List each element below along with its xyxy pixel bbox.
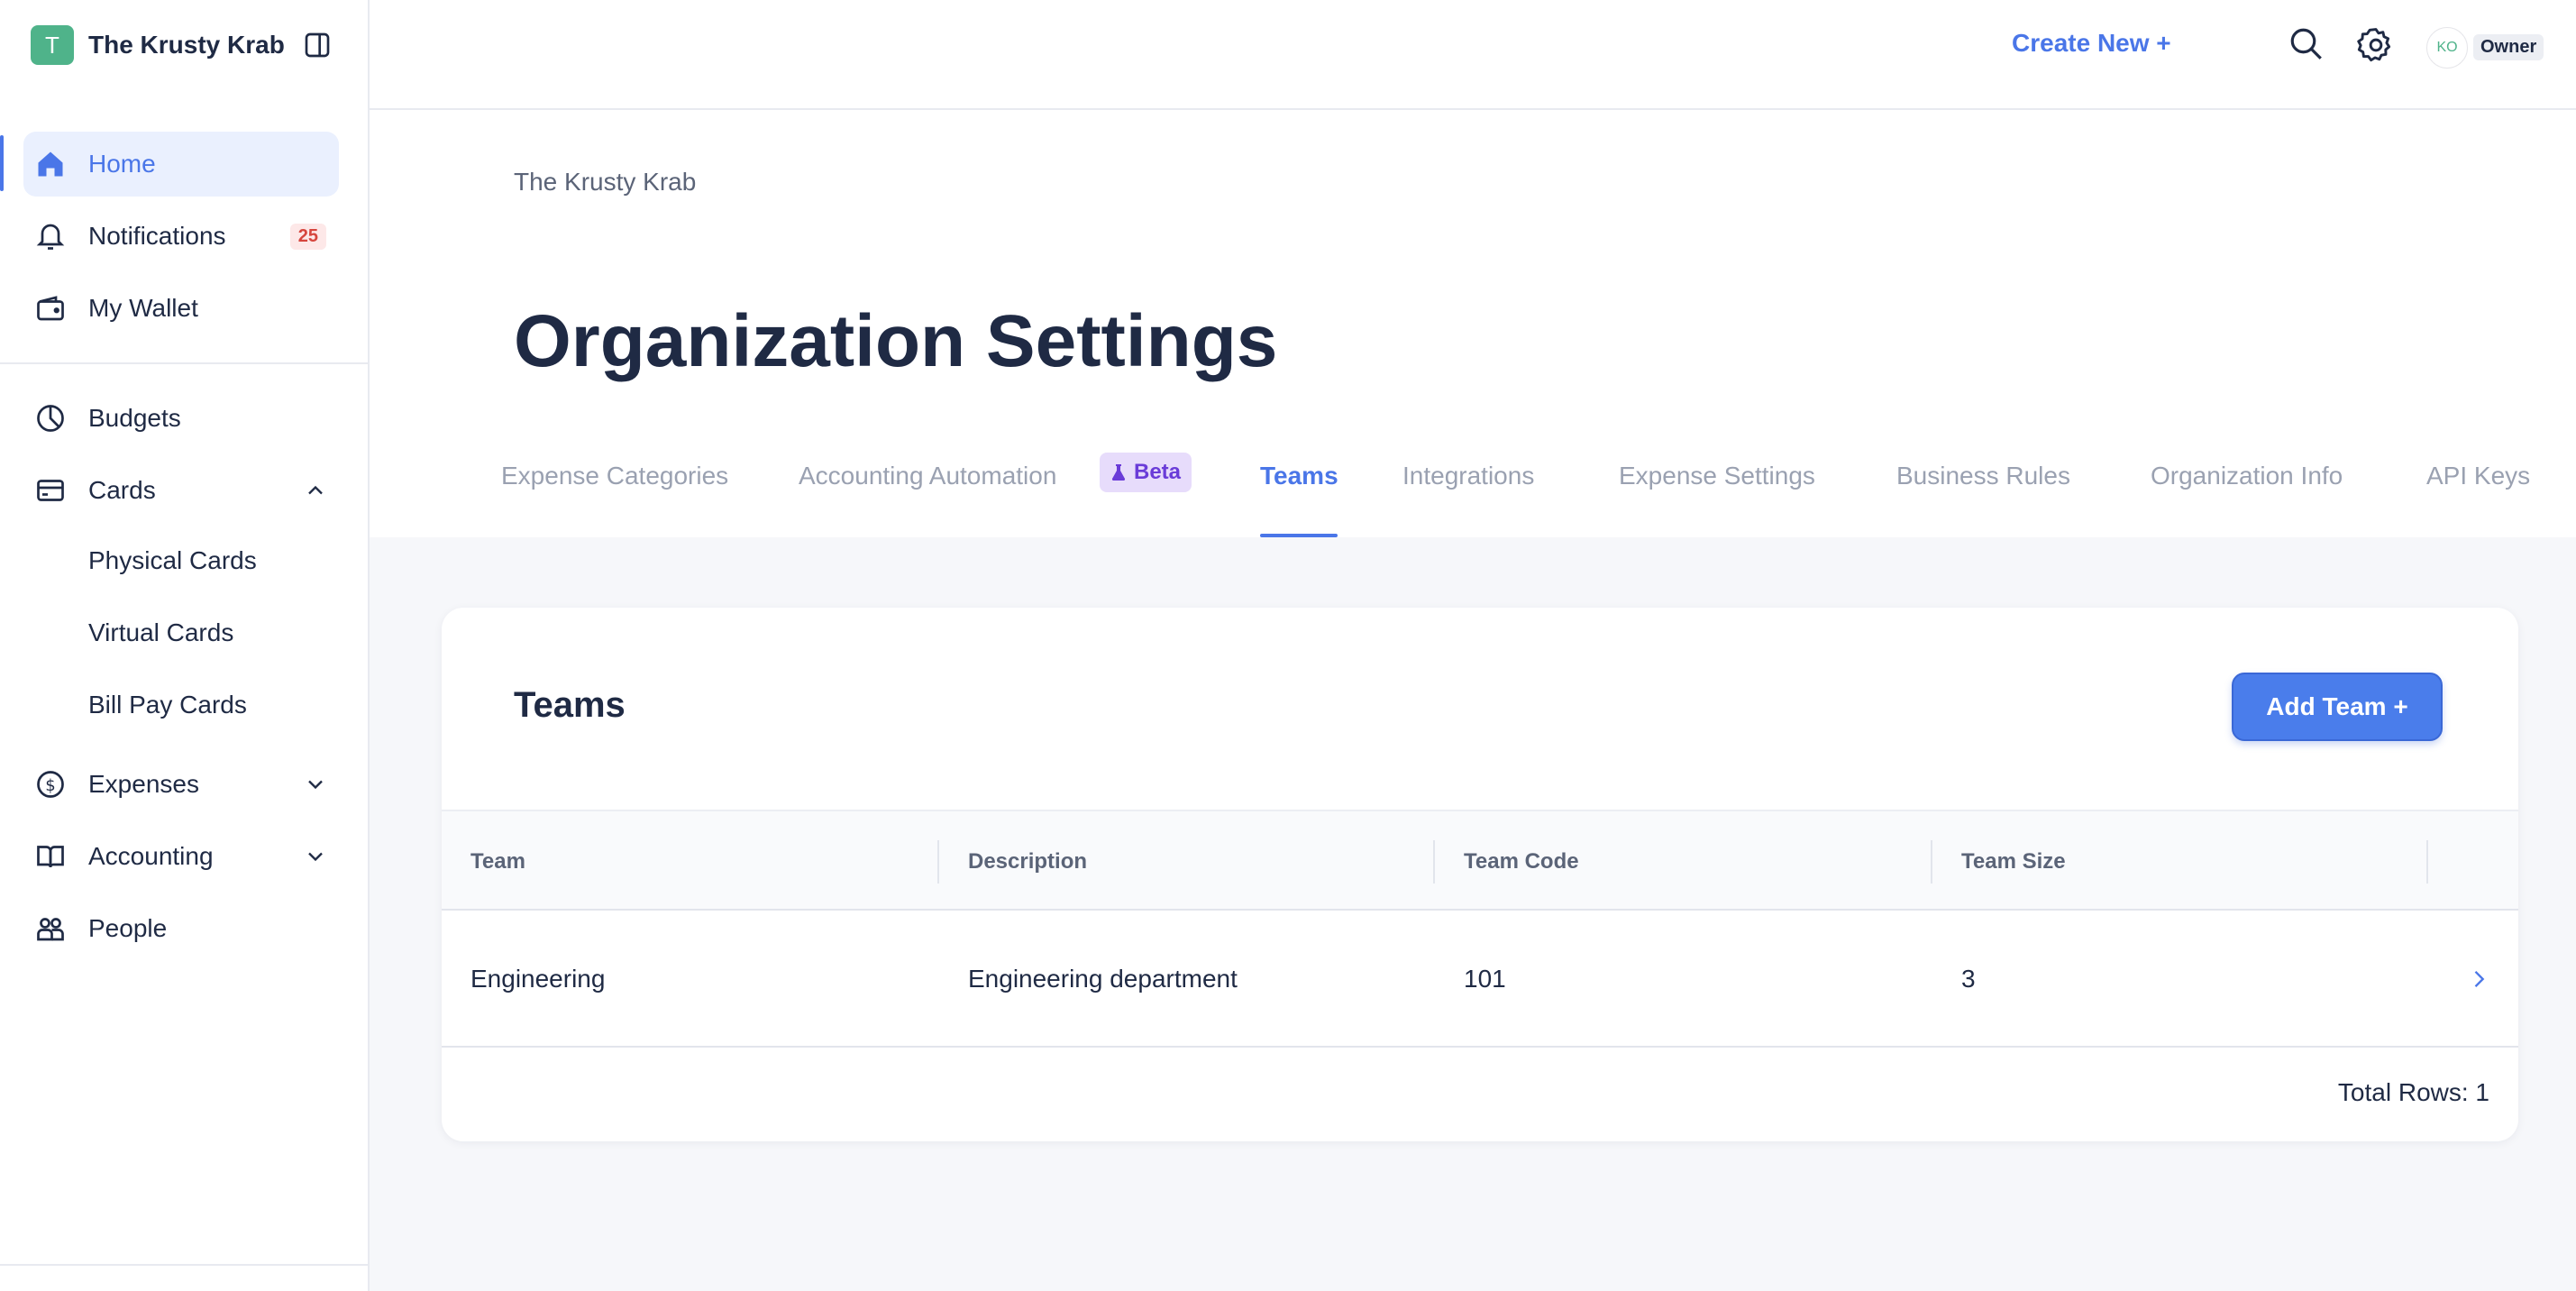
page-title: Organization Settings [514, 300, 1278, 382]
beta-label: Beta [1134, 460, 1182, 484]
sidebar-subitem-bill-pay-cards[interactable]: Bill Pay Cards [88, 691, 247, 719]
sidebar-item-label: Accounting [88, 842, 214, 870]
beta-badge: Beta [1100, 453, 1192, 492]
dollar-circle-icon: $ [32, 766, 69, 802]
avatar[interactable]: KO [2426, 27, 2468, 69]
people-icon [32, 911, 69, 947]
tab-organization-info[interactable]: Organization Info [2151, 462, 2343, 490]
total-rows-count: Total Rows: 1 [2337, 1078, 2489, 1106]
sidebar-item-label: People [88, 914, 168, 942]
page-header: The Krusty Krab Organization Settings Ex… [370, 110, 2576, 537]
chevron-right-icon[interactable] [2466, 965, 2491, 993]
sidebar-item-label: Home [88, 150, 156, 178]
create-new-button[interactable]: Create New + [2012, 29, 2171, 58]
column-separator[interactable] [1433, 840, 1435, 884]
sidebar-subitem-physical-cards[interactable]: Physical Cards [88, 546, 257, 575]
search-icon[interactable] [2288, 25, 2325, 63]
chevron-down-icon[interactable] [303, 844, 328, 869]
book-icon [32, 838, 69, 874]
column-header-description[interactable]: Description [968, 849, 1087, 874]
sidebar-toggle-icon[interactable] [303, 31, 332, 60]
sidebar-item-cards[interactable]: Cards [23, 458, 339, 523]
brand-logo: T [31, 25, 74, 65]
column-separator[interactable] [937, 840, 939, 884]
chevron-down-icon[interactable] [303, 772, 328, 797]
sidebar-item-home[interactable]: Home [23, 132, 339, 197]
table-header: Team Description Team Code Team Size [442, 810, 2518, 911]
sidebar-item-accounting[interactable]: Accounting [23, 824, 339, 889]
tab-teams[interactable]: Teams [1260, 462, 1338, 490]
tab-expense-categories[interactable]: Expense Categories [501, 462, 728, 490]
top-bar: Create New + KO Owner [370, 0, 2576, 110]
settings-tabs: Expense Categories Accounting Automation… [492, 453, 2565, 537]
teams-card-title: Teams [514, 685, 626, 725]
cell-description: Engineering department [968, 965, 1238, 993]
tab-api-keys[interactable]: API Keys [2426, 462, 2530, 490]
wallet-icon [32, 290, 69, 326]
sidebar-item-label: Expenses [88, 770, 199, 798]
pie-chart-icon [32, 400, 69, 436]
sidebar-divider [0, 362, 368, 364]
role-badge: Owner [2473, 34, 2544, 60]
chevron-up-icon[interactable] [303, 478, 328, 503]
column-header-team[interactable]: Team [470, 849, 525, 874]
table-row[interactable]: Engineering Engineering department 101 3 [442, 911, 2518, 1048]
sidebar-subitem-virtual-cards[interactable]: Virtual Cards [88, 618, 233, 647]
tab-accounting-automation[interactable]: Accounting Automation [799, 462, 1056, 490]
bell-icon [32, 218, 69, 254]
gear-icon[interactable] [2356, 25, 2396, 65]
tab-integrations[interactable]: Integrations [1402, 462, 1534, 490]
sidebar-item-label: Notifications [88, 222, 226, 250]
breadcrumb[interactable]: The Krusty Krab [514, 168, 696, 197]
active-tab-underline [1260, 534, 1338, 537]
add-team-button[interactable]: Add Team + [2232, 673, 2443, 741]
tab-expense-settings[interactable]: Expense Settings [1619, 462, 1815, 490]
home-icon [32, 146, 69, 182]
flask-icon [1110, 463, 1127, 481]
sidebar-item-label: Cards [88, 476, 156, 504]
svg-text:$: $ [45, 776, 55, 795]
sidebar-item-budgets[interactable]: Budgets [23, 386, 339, 451]
column-header-team-size[interactable]: Team Size [1961, 849, 2066, 874]
cell-team: Engineering [470, 965, 606, 993]
sidebar-item-label: My Wallet [88, 294, 198, 322]
sidebar-item-expenses[interactable]: $ Expenses [23, 752, 339, 817]
cell-team-size: 3 [1961, 965, 1976, 993]
notification-count-badge: 25 [289, 223, 326, 250]
sidebar-bottom-divider [0, 1264, 368, 1266]
sidebar-item-people[interactable]: People [23, 896, 339, 961]
credit-card-icon [32, 472, 69, 508]
teams-card: Teams Add Team + Team Description Team C… [442, 608, 2518, 1141]
column-header-team-code[interactable]: Team Code [1464, 849, 1579, 874]
cell-team-code: 101 [1464, 965, 1506, 993]
brand[interactable]: T The Krusty Krab [31, 25, 285, 65]
column-separator[interactable] [1931, 840, 1932, 884]
sidebar-item-label: Budgets [88, 404, 181, 432]
tab-business-rules[interactable]: Business Rules [1896, 462, 2070, 490]
sidebar-item-notifications[interactable]: Notifications 25 [23, 204, 339, 269]
brand-name: The Krusty Krab [88, 31, 285, 59]
column-separator[interactable] [2426, 840, 2428, 884]
sidebar-item-my-wallet[interactable]: My Wallet [23, 276, 339, 341]
sidebar: T The Krusty Krab Home Notifications 25 … [0, 0, 370, 1291]
active-indicator [0, 135, 4, 191]
